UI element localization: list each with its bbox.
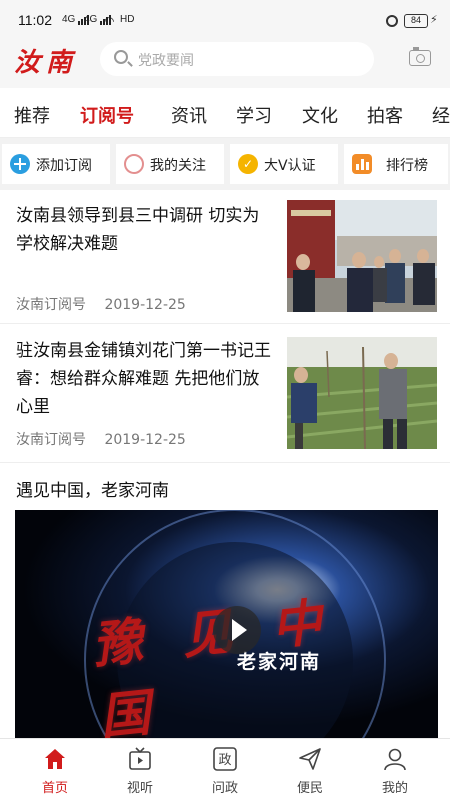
- nav-home-label: 首页: [41, 781, 68, 796]
- nav-politics[interactable]: 政 问政: [180, 745, 270, 799]
- tab-culture[interactable]: 文化: [302, 102, 338, 128]
- nav-services[interactable]: 便民: [265, 745, 355, 799]
- plus-circle-icon: [10, 154, 30, 174]
- news-source: 汝南订阅号: [16, 297, 86, 313]
- nav-home[interactable]: 首页: [10, 745, 100, 799]
- section-title: 遇见中国，老家河南: [16, 481, 169, 501]
- header: 汝南 党政要闻: [0, 36, 450, 88]
- add-subscription-button[interactable]: 添加订阅: [2, 144, 110, 184]
- my-follows-label: 我的关注: [150, 158, 206, 174]
- wifi-icon: ◠: [104, 14, 115, 28]
- bottom-nav: 首页 视听 政 问政 便民 我的: [0, 738, 450, 800]
- camera-icon[interactable]: [409, 47, 431, 66]
- tv-icon: [129, 747, 151, 770]
- thumbnail-image: [287, 337, 437, 449]
- tab-study[interactable]: 学习: [236, 102, 272, 128]
- charging-icon: ⚡: [430, 13, 438, 26]
- bar-chart-icon: [352, 154, 372, 174]
- news-title: 驻汝南县金铺镇刘花门第一书记王睿：想给群众解难题 先把他们放心里: [16, 341, 271, 417]
- tab-news[interactable]: 资讯: [171, 102, 207, 128]
- search-bar[interactable]: 党政要闻: [100, 42, 374, 76]
- news-meta: 汝南订阅号 2019-12-25: [16, 294, 200, 314]
- news-date: 2019-12-25: [104, 297, 186, 313]
- my-follows-button[interactable]: 我的关注: [116, 144, 224, 184]
- nav-video-label: 视听: [126, 781, 153, 796]
- bigv-cert-label: 大V认证: [264, 158, 316, 174]
- hd-icon: HD: [120, 14, 135, 25]
- news-thumbnail: [287, 337, 437, 449]
- video-subtitle: 老家河南: [237, 651, 322, 673]
- tab-paike[interactable]: 拍客: [367, 102, 403, 128]
- v-badge-icon: ✓: [238, 154, 258, 174]
- add-subscription-label: 添加订阅: [36, 158, 92, 174]
- tab-subscriptions[interactable]: 订阅号: [80, 102, 134, 128]
- ranking-label: 排行榜: [386, 158, 428, 174]
- nav-profile-label: 我的: [381, 781, 408, 796]
- quick-actions: 添加订阅 我的关注 ✓ 大V认证 排行榜: [0, 138, 450, 190]
- battery-icon: 84: [404, 14, 428, 28]
- ring-icon: [124, 154, 144, 174]
- app-logo: 汝南: [14, 48, 79, 78]
- nav-services-label: 便民: [296, 781, 323, 796]
- tab-recommend[interactable]: 推荐: [14, 102, 50, 128]
- nav-video[interactable]: 视听: [95, 745, 185, 799]
- bigv-cert-button[interactable]: ✓ 大V认证: [230, 144, 338, 184]
- news-item[interactable]: 汝南县领导到县三中调研 切实为学校解决难题 汝南订阅号 2019-12-25: [0, 190, 450, 324]
- channel-tabs: 推荐 订阅号 资讯 学习 文化 拍客 经: [0, 88, 450, 138]
- tab-economy[interactable]: 经: [432, 102, 450, 128]
- send-icon: [299, 748, 321, 770]
- news-source: 汝南订阅号: [16, 432, 86, 448]
- news-thumbnail: [287, 200, 437, 312]
- nav-profile[interactable]: 我的: [350, 745, 440, 799]
- zheng-icon: 政: [213, 747, 237, 771]
- nav-politics-label: 问政: [211, 781, 238, 796]
- news-item[interactable]: 驻汝南县金铺镇刘花门第一书记王睿：想给群众解难题 先把他们放心里 汝南订阅号 2…: [0, 325, 450, 463]
- status-time: 11:02: [18, 12, 52, 28]
- ranking-button[interactable]: 排行榜: [344, 144, 448, 184]
- news-title: 汝南县领导到县三中调研 切实为学校解决难题: [16, 206, 260, 254]
- video-player[interactable]: 豫见中国 老家河南: [15, 510, 438, 738]
- search-placeholder: 党政要闻: [138, 53, 194, 69]
- play-icon[interactable]: [213, 606, 261, 654]
- svg-text:政: 政: [218, 753, 231, 768]
- home-icon: [45, 749, 65, 769]
- thumbnail-image: [287, 200, 437, 312]
- news-meta: 汝南订阅号 2019-12-25: [16, 429, 200, 449]
- news-date: 2019-12-25: [104, 432, 186, 448]
- user-icon: [384, 748, 406, 771]
- search-icon: [114, 50, 128, 64]
- lock-icon: [386, 15, 398, 27]
